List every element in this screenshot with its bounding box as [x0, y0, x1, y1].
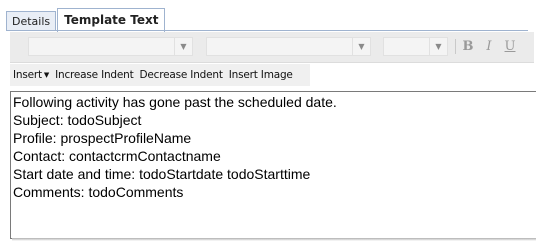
bold-button[interactable]: B — [460, 38, 476, 55]
font-style-select[interactable]: ▼ — [206, 37, 371, 56]
underline-button[interactable]: U — [502, 38, 518, 55]
editor-line: Comments: todoComments — [13, 184, 184, 200]
chevron-down-icon[interactable]: ▼ — [174, 38, 192, 55]
italic-button[interactable]: I — [481, 38, 497, 55]
tab-details[interactable]: Details — [6, 11, 57, 31]
insert-image-button[interactable]: Insert Image — [226, 69, 296, 81]
insert-label: Insert — [13, 69, 42, 81]
format-toolbar: ▼ ▼ ▼ B I U — [10, 32, 534, 63]
insert-menu-button[interactable]: Insert ▼ — [10, 69, 52, 81]
editor-line: Following activity has gone past the sch… — [13, 94, 337, 110]
editor-shadow — [12, 238, 536, 241]
toolbar-divider — [455, 39, 456, 54]
caret-down-icon: ▼ — [43, 71, 50, 79]
increase-indent-button[interactable]: Increase Indent — [52, 69, 136, 81]
editor-line: Contact: contactcrmContactname — [13, 148, 221, 164]
font-name-select[interactable]: ▼ — [28, 37, 193, 56]
chevron-down-icon[interactable]: ▼ — [429, 38, 447, 55]
chevron-down-icon[interactable]: ▼ — [352, 38, 370, 55]
tab-template-text[interactable]: Template Text — [57, 8, 166, 32]
editor-line: Subject: todoSubject — [13, 112, 142, 128]
template-text-editor[interactable]: Following activity has gone past the sch… — [10, 91, 536, 239]
decrease-indent-button[interactable]: Decrease Indent — [137, 69, 226, 81]
editor-line: Start date and time: todoStartdate todoS… — [13, 166, 311, 182]
font-size-select[interactable]: ▼ — [383, 37, 448, 56]
tab-strip: Details Template Text — [6, 6, 166, 32]
tab-panel-border — [6, 30, 528, 31]
editor-line: Profile: prospectProfileName — [13, 130, 192, 146]
editor-toolbar: Insert ▼ Increase Indent Decrease Indent … — [10, 64, 310, 86]
